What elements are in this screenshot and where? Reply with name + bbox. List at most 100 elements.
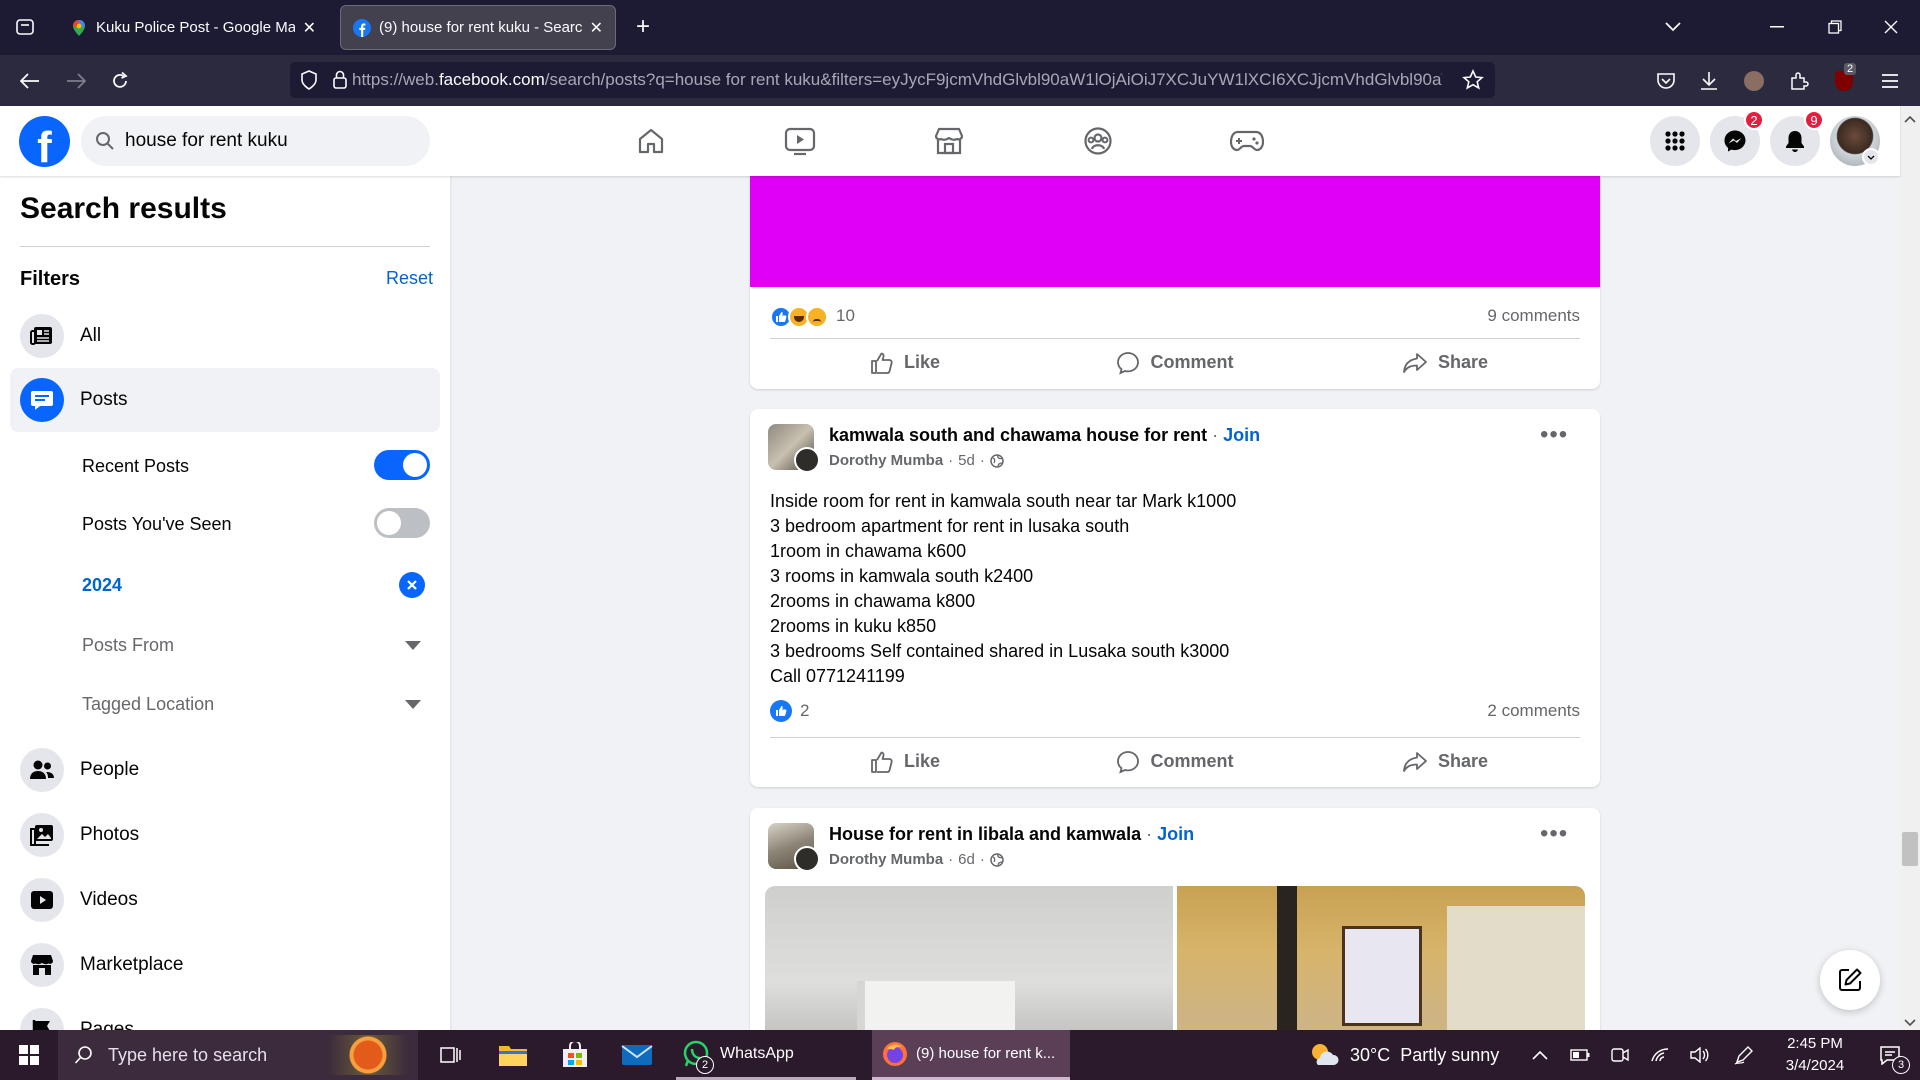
post-photo-right[interactable] xyxy=(1177,886,1585,1038)
tab-facebook-search[interactable]: (9) house for rent kuku - Search ✕ xyxy=(340,5,616,50)
volume-icon[interactable] xyxy=(1688,1030,1712,1080)
author-name-link[interactable]: Dorothy Mumba xyxy=(829,851,943,868)
filter-photos[interactable]: Photos xyxy=(10,803,440,867)
menu-grid-button[interactable] xyxy=(1650,116,1700,166)
like-button[interactable]: Like xyxy=(770,339,1040,386)
mail-icon[interactable] xyxy=(617,1030,657,1080)
bookmark-star-icon[interactable] xyxy=(1462,69,1484,91)
home-nav-icon[interactable] xyxy=(596,116,706,166)
minimize-icon[interactable] xyxy=(1762,14,1792,40)
battery-icon[interactable] xyxy=(1568,1030,1592,1080)
action-center-icon[interactable]: 3 xyxy=(1870,1030,1910,1080)
compose-message-button[interactable] xyxy=(1820,950,1880,1010)
reload-icon[interactable] xyxy=(106,67,134,95)
back-icon[interactable] xyxy=(16,67,44,95)
taskbar-whatsapp[interactable]: 2 WhatsApp xyxy=(676,1030,856,1080)
posts-from-dropdown[interactable]: Posts From xyxy=(82,635,432,656)
gaming-nav-icon[interactable] xyxy=(1192,116,1302,166)
posts-seen-toggle[interactable] xyxy=(374,508,430,538)
scroll-thumb[interactable] xyxy=(1902,832,1918,866)
restore-icon[interactable] xyxy=(1820,14,1850,40)
file-explorer-icon[interactable] xyxy=(493,1030,533,1080)
tab-google-maps[interactable]: Kuku Police Post - Google Maps ✕ xyxy=(58,5,328,50)
weather-widget[interactable]: 30°C Partly sunny xyxy=(1308,1030,1508,1080)
more-options-icon[interactable]: ••• xyxy=(1540,421,1568,449)
comment-button[interactable]: Comment xyxy=(1040,339,1310,386)
close-icon[interactable]: ✕ xyxy=(303,18,316,38)
ublock-extension-icon[interactable]: 2 xyxy=(1830,63,1858,95)
scroll-up-icon[interactable] xyxy=(1904,110,1916,123)
account-icon[interactable] xyxy=(1740,67,1768,95)
post-photo-left[interactable] xyxy=(765,886,1173,1038)
more-options-icon[interactable]: ••• xyxy=(1540,820,1568,848)
extensions-icon[interactable] xyxy=(1785,67,1813,95)
chevron-down-icon[interactable] xyxy=(1660,14,1686,40)
share-button[interactable]: Share xyxy=(1310,738,1580,785)
menu-icon[interactable] xyxy=(1876,67,1904,95)
meet-now-icon[interactable] xyxy=(1608,1030,1632,1080)
wifi-icon[interactable] xyxy=(1648,1030,1672,1080)
downloads-icon[interactable] xyxy=(1695,67,1723,95)
search-input[interactable] xyxy=(125,130,405,152)
video-nav-icon[interactable] xyxy=(745,116,855,166)
post-time[interactable]: 6d xyxy=(958,851,975,868)
taskbar-firefox[interactable]: (9) house for rent k... xyxy=(872,1030,1070,1080)
filter-people[interactable]: People xyxy=(10,738,440,802)
forward-icon[interactable] xyxy=(62,67,90,95)
comments-count[interactable]: 2 comments xyxy=(1487,701,1580,721)
profile-chevron-icon[interactable] xyxy=(1862,148,1880,166)
filter-pages[interactable]: Pages xyxy=(10,998,440,1030)
filter-posts[interactable]: Posts xyxy=(10,368,440,432)
chevron-down-icon[interactable] xyxy=(405,700,421,709)
comments-count[interactable]: 9 comments xyxy=(1487,306,1580,326)
recent-posts-toggle[interactable] xyxy=(374,450,430,480)
join-group-button[interactable]: Join xyxy=(1223,425,1260,445)
tab-list-icon[interactable] xyxy=(12,14,38,40)
facebook-logo[interactable]: f xyxy=(19,116,70,167)
url-text[interactable]: https://web.facebook.com/search/posts?q=… xyxy=(352,70,1442,90)
facebook-search-box[interactable] xyxy=(81,116,430,166)
scroll-down-icon[interactable] xyxy=(1904,1014,1916,1027)
filter-all[interactable]: All xyxy=(10,304,440,368)
taskbar-search-box[interactable]: Type here to search xyxy=(58,1030,418,1080)
filter-videos[interactable]: Videos xyxy=(10,868,440,932)
share-button[interactable]: Share xyxy=(1310,339,1580,386)
start-button[interactable] xyxy=(0,1030,58,1080)
join-group-button[interactable]: Join xyxy=(1157,824,1194,844)
show-hidden-icons[interactable] xyxy=(1528,1030,1552,1080)
post-image[interactable] xyxy=(750,160,1600,287)
shield-icon[interactable] xyxy=(300,70,318,90)
like-button[interactable]: Like xyxy=(770,738,1040,785)
pen-icon[interactable] xyxy=(1732,1030,1756,1080)
groups-nav-icon[interactable] xyxy=(1043,116,1153,166)
url-bar[interactable]: https://web.facebook.com/search/posts?q=… xyxy=(290,62,1495,98)
post-time[interactable]: 5d xyxy=(958,452,975,469)
pocket-icon[interactable] xyxy=(1652,67,1680,95)
reaction-icons[interactable] xyxy=(770,304,830,328)
author-avatar[interactable] xyxy=(794,846,820,872)
close-window-icon[interactable] xyxy=(1876,14,1906,40)
lock-icon[interactable] xyxy=(332,70,348,90)
microsoft-store-icon[interactable] xyxy=(555,1030,595,1080)
page-scrollbar[interactable] xyxy=(1900,106,1920,1030)
reaction-count[interactable]: 10 xyxy=(836,306,855,326)
clear-year-icon[interactable] xyxy=(399,572,425,598)
filter-marketplace[interactable]: Marketplace xyxy=(10,933,440,997)
author-name-link[interactable]: Dorothy Mumba xyxy=(829,452,943,469)
reset-link[interactable]: Reset xyxy=(386,268,433,289)
tagged-location-dropdown[interactable]: Tagged Location xyxy=(82,694,432,715)
marketplace-nav-icon[interactable] xyxy=(894,116,1004,166)
notifications-button[interactable]: 9 xyxy=(1770,110,1824,166)
messenger-button[interactable]: 2 xyxy=(1710,110,1764,166)
comment-button[interactable]: Comment xyxy=(1040,738,1310,785)
task-view-icon[interactable] xyxy=(434,1030,468,1080)
group-name-link[interactable]: House for rent in libala and kamwala xyxy=(829,824,1141,844)
new-tab-icon[interactable]: + xyxy=(630,13,656,40)
like-reaction-icon[interactable] xyxy=(770,700,792,722)
clock[interactable]: 2:45 PM 3/4/2024 xyxy=(1770,1030,1860,1080)
chevron-down-icon[interactable] xyxy=(405,641,421,650)
reaction-count[interactable]: 2 xyxy=(800,701,809,721)
author-avatar[interactable] xyxy=(794,447,820,473)
close-icon[interactable]: ✕ xyxy=(590,18,603,38)
group-name-link[interactable]: kamwala south and chawama house for rent xyxy=(829,425,1207,445)
